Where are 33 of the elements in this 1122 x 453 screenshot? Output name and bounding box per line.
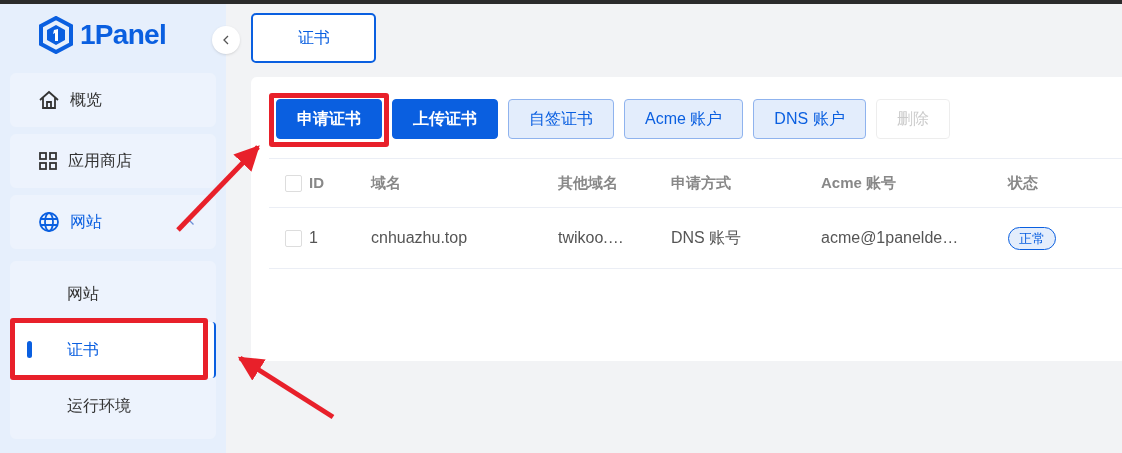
toolbar-button[interactable]: Acme 账户	[624, 99, 744, 139]
toolbar-button[interactable]: 自签证书	[508, 99, 614, 139]
column-header: 申请方式	[671, 173, 731, 191]
table-cell: cnhuazhu.top	[371, 229, 468, 246]
globe-icon	[38, 211, 60, 233]
grid-icon	[38, 151, 58, 171]
logo-icon	[38, 16, 74, 54]
column-header: 域名	[371, 173, 401, 191]
menu-item[interactable]: 应用商店	[10, 134, 216, 188]
tab[interactable]: 证书	[251, 13, 376, 63]
table-cell: DNS 账号	[671, 229, 742, 246]
column-header: 状态	[1008, 173, 1038, 191]
toolbar-button[interactable]: 上传证书	[392, 99, 498, 139]
home-icon	[38, 90, 60, 110]
table-cell: 1	[309, 229, 318, 246]
checkbox[interactable]	[285, 174, 302, 192]
submenu-item[interactable]: 网站	[10, 266, 216, 322]
column-header: Acme 账号	[821, 173, 897, 191]
column-header: 其他域名	[558, 173, 618, 191]
table-cell: twikoo.…	[558, 229, 624, 246]
submenu-item[interactable]: 运行环境	[10, 378, 216, 434]
menu-item[interactable]: 概览	[10, 73, 216, 127]
toolbar-button[interactable]: DNS 账户	[753, 99, 866, 139]
menu-item[interactable]: 网站	[10, 195, 216, 249]
checkbox[interactable]	[285, 229, 302, 247]
active-indicator	[27, 341, 32, 358]
toolbar-button[interactable]: 申请证书	[276, 99, 382, 139]
status-tag: 正常	[1008, 226, 1056, 251]
chevron-left-icon	[221, 35, 231, 45]
column-header: ID	[309, 173, 324, 191]
logo-text: 1Panel	[80, 18, 167, 52]
collapse-button[interactable]	[212, 26, 240, 54]
table-cell: acme@1panelde…	[821, 229, 959, 246]
